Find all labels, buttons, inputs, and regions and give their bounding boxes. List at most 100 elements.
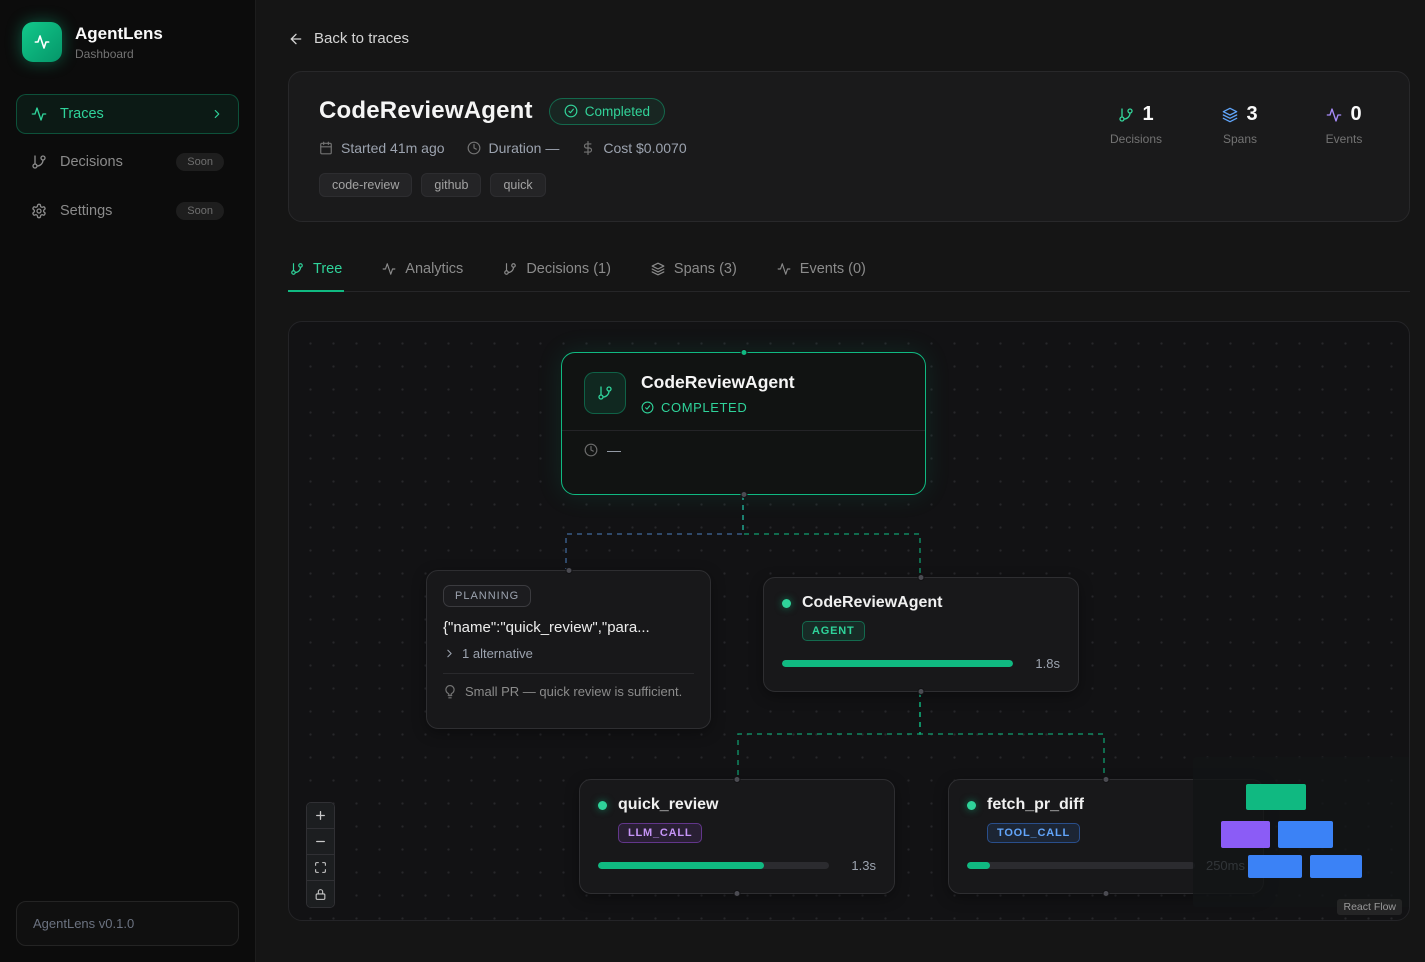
dollar-icon	[581, 141, 595, 155]
app-subtitle: Dashboard	[75, 47, 163, 61]
progress-fill	[967, 862, 990, 869]
span-node-header: quick_review	[598, 796, 876, 814]
node-handle[interactable]	[740, 349, 747, 356]
root-node-footer: —	[562, 431, 925, 469]
node-duration: —	[607, 442, 621, 458]
stat-value: 0	[1350, 103, 1361, 126]
node-handle[interactable]	[1103, 776, 1110, 783]
tab-bar: Tree Analytics Decisions (1) Spans (3) E…	[288, 249, 1410, 292]
tab-events[interactable]: Events (0)	[775, 249, 868, 292]
span-type-badge: TOOL_CALL	[987, 823, 1080, 843]
flow-node-planning[interactable]: PLANNING {"name":"quick_review","para...…	[426, 570, 711, 729]
clock-icon	[467, 141, 481, 155]
node-title: CodeReviewAgent	[641, 372, 795, 393]
tab-decisions[interactable]: Decisions (1)	[501, 249, 613, 292]
status-dot-icon	[967, 801, 976, 810]
span-progress-row: 1.3s	[598, 858, 876, 873]
trace-tags: code-review github quick	[319, 173, 687, 197]
duration-meta: Duration —	[467, 140, 560, 156]
flow-node-agent[interactable]: CodeReviewAgent AGENT 1.8s	[763, 577, 1079, 692]
status-dot-icon	[782, 599, 791, 608]
tag: quick	[490, 173, 545, 197]
minus-icon	[314, 835, 327, 848]
sidebar: AgentLens Dashboard Traces Decisions Soo…	[0, 0, 256, 962]
stat-top: 0	[1326, 103, 1361, 126]
node-handle[interactable]	[918, 574, 925, 581]
git-branch-icon	[31, 154, 47, 170]
decision-type-badge: PLANNING	[443, 585, 531, 607]
stat-value: 1	[1142, 103, 1153, 126]
tab-label: Events (0)	[800, 261, 866, 277]
alternatives-label: 1 alternative	[462, 646, 533, 661]
status-badge: Completed	[549, 98, 665, 125]
back-to-traces-link[interactable]: Back to traces	[288, 30, 409, 47]
check-circle-icon	[564, 104, 578, 118]
chevron-right-icon	[443, 647, 456, 660]
minimap[interactable]	[1193, 757, 1410, 907]
lightbulb-icon	[443, 685, 457, 699]
sidebar-item-label: Decisions	[60, 154, 123, 170]
flow-canvas[interactable]: CodeReviewAgent COMPLETED — P	[288, 321, 1410, 921]
sidebar-item-label: Settings	[60, 203, 112, 219]
reactflow-attribution: React Flow	[1337, 899, 1402, 915]
root-node-header: CodeReviewAgent COMPLETED	[562, 353, 925, 415]
flow-node-root[interactable]: CodeReviewAgent COMPLETED —	[561, 352, 926, 495]
progress-track	[967, 862, 1195, 869]
zoom-out-button[interactable]	[307, 829, 334, 855]
app-logo	[22, 22, 62, 62]
decision-chosen-text: {"name":"quick_review","para...	[443, 619, 694, 636]
layers-icon	[651, 262, 665, 276]
stat-top: 1	[1118, 103, 1153, 126]
edge-root-agent	[743, 495, 920, 576]
main-content: Back to traces CodeReviewAgent Completed…	[256, 0, 1425, 962]
soon-badge: Soon	[176, 153, 224, 171]
zoom-in-button[interactable]	[307, 803, 334, 829]
tab-label: Tree	[313, 261, 342, 277]
node-handle[interactable]	[740, 491, 747, 498]
decision-reason-text: Small PR — quick review is sufficient.	[465, 684, 682, 699]
flow-controls	[306, 802, 335, 908]
stat-top: 3	[1222, 103, 1257, 126]
edge-agent-tool	[920, 692, 1104, 778]
alternatives-toggle[interactable]: 1 alternative	[443, 646, 694, 661]
sidebar-item-decisions[interactable]: Decisions Soon	[16, 141, 239, 183]
stat-label: Decisions	[1110, 132, 1162, 146]
root-node-titles: CodeReviewAgent COMPLETED	[641, 372, 795, 415]
app-title-block: AgentLens Dashboard	[75, 24, 163, 61]
node-handle[interactable]	[734, 776, 741, 783]
node-title: quick_review	[618, 796, 719, 814]
clock-icon	[584, 443, 598, 457]
tab-tree[interactable]: Tree	[288, 249, 344, 292]
trace-meta-row: Started 41m ago Duration — Cost $0.0070	[319, 140, 687, 156]
duration-label: Duration —	[489, 140, 560, 156]
node-title: CodeReviewAgent	[802, 594, 942, 612]
git-branch-icon	[1118, 107, 1134, 123]
lock-icon	[314, 888, 327, 901]
tab-label: Spans (3)	[674, 261, 737, 277]
node-handle[interactable]	[918, 688, 925, 695]
node-handle[interactable]	[1103, 890, 1110, 897]
lock-button[interactable]	[307, 881, 334, 907]
edge-root-planning	[566, 495, 743, 569]
tab-analytics[interactable]: Analytics	[380, 249, 465, 292]
tag: code-review	[319, 173, 412, 197]
layers-icon	[1222, 107, 1238, 123]
sidebar-item-label: Traces	[60, 106, 104, 122]
fit-view-icon	[314, 861, 327, 874]
trace-stats: 1 Decisions 3 Spans 0 Events	[1107, 97, 1379, 197]
fit-view-button[interactable]	[307, 855, 334, 881]
activity-icon	[1326, 107, 1342, 123]
node-handle[interactable]	[734, 890, 741, 897]
started-meta: Started 41m ago	[319, 140, 445, 156]
activity-icon	[777, 262, 791, 276]
progress-track	[598, 862, 829, 869]
sidebar-item-traces[interactable]: Traces	[16, 94, 239, 134]
sidebar-item-settings[interactable]: Settings Soon	[16, 190, 239, 232]
flow-node-quick-review[interactable]: quick_review LLM_CALL 1.3s	[579, 779, 895, 894]
decision-reason: Small PR — quick review is sufficient.	[443, 674, 694, 709]
node-status-label: COMPLETED	[661, 400, 747, 415]
node-handle[interactable]	[565, 567, 572, 574]
calendar-icon	[319, 141, 333, 155]
tab-spans[interactable]: Spans (3)	[649, 249, 739, 292]
stat-label: Events	[1326, 132, 1363, 146]
